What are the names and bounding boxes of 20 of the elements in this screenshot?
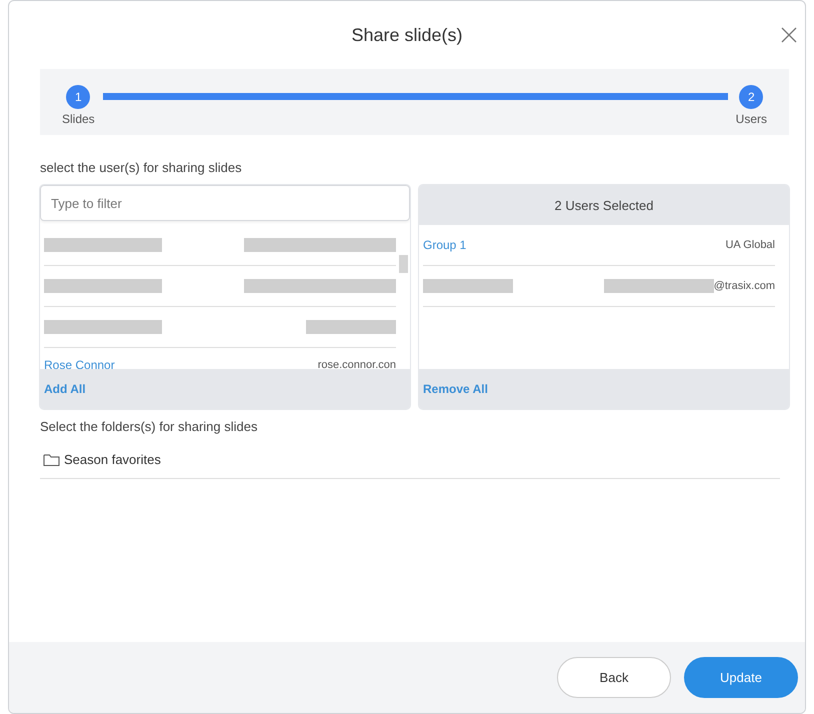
- dialog-title: Share slide(s): [351, 24, 463, 46]
- folder-name[interactable]: Season favorites: [64, 452, 161, 467]
- step-label: Users: [736, 112, 767, 126]
- back-button[interactable]: Back: [557, 657, 671, 698]
- filter-field[interactable]: Type to filter: [40, 185, 410, 221]
- step-label: Slides: [62, 112, 95, 126]
- user-detail: @trasix.com: [714, 280, 775, 292]
- user-detail: UA Global: [725, 239, 775, 251]
- folder-icon: [43, 452, 60, 466]
- step-number: 1: [66, 85, 90, 109]
- step-number: 2: [739, 85, 764, 109]
- panel-header: 2 Users Selected: [419, 185, 789, 225]
- close-icon[interactable]: [781, 27, 797, 43]
- scrollbar-thumb[interactable]: [399, 255, 408, 273]
- user-detail: rose.connor.con: [318, 359, 396, 369]
- section-label: select the user(s) for sharing slides: [40, 160, 243, 175]
- list-row[interactable]: @trasix.com: [423, 266, 775, 307]
- list-row[interactable]: Rose Connor rose.connor.con: [44, 348, 396, 369]
- list-row[interactable]: Group 1 UA Global: [423, 225, 775, 266]
- section-label: Select the folders(s) for sharing slides: [40, 419, 258, 434]
